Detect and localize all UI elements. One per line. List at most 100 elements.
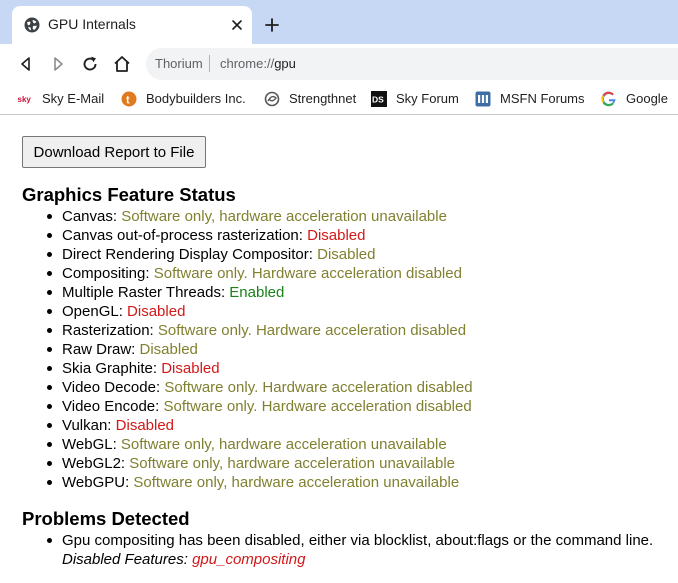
tab-strip: GPU Internals: [0, 0, 678, 44]
feature-status-item: Raw Draw: Disabled: [0, 340, 473, 359]
svg-text:t: t: [126, 95, 130, 107]
feature-status: Disabled: [317, 246, 376, 263]
bookmark-label: Google: [626, 91, 668, 106]
t-icon: t: [121, 91, 137, 107]
bullet: [47, 366, 52, 371]
bullet: [47, 480, 52, 485]
problem-description: Gpu compositing has been disabled, eithe…: [62, 532, 654, 549]
svg-text:DS: DS: [372, 95, 384, 105]
feature-name: Multiple Raster Threads:: [62, 284, 230, 301]
feature-status-list: Canvas: Software only, hardware accelera…: [0, 207, 473, 492]
bullet: [47, 423, 52, 428]
feature-status: Software only, hardware acceleration una…: [133, 474, 460, 491]
problems-heading: Problems Detected: [22, 508, 190, 529]
feature-name: OpenGL:: [62, 303, 128, 320]
ds-icon: DS: [371, 91, 387, 107]
feature-status: Disabled: [161, 360, 220, 377]
bullet: [47, 290, 52, 295]
feature-status-item: Compositing: Software only. Hardware acc…: [0, 264, 473, 283]
feature-status-item: Multiple Raster Threads: Enabled: [0, 283, 473, 302]
feature-status-item: Canvas: Software only, hardware accelera…: [0, 207, 473, 226]
bullet: [47, 309, 52, 314]
close-icon[interactable]: [230, 18, 244, 32]
feature-status-heading: Graphics Feature Status: [22, 184, 236, 205]
feature-status: Disabled: [115, 417, 175, 434]
bullet: [47, 347, 52, 352]
browser-window: GPU Internals Thorium chrome://gpu sky S…: [0, 0, 678, 583]
bullet: [47, 271, 52, 276]
sky-icon: sky: [17, 91, 33, 107]
feature-status: Disabled: [307, 227, 366, 244]
url-text[interactable]: chrome://gpu: [220, 56, 296, 71]
msfn-icon: [475, 91, 491, 107]
tab-title: GPU Internals: [48, 16, 136, 32]
feature-status: Software only, hardware acceleration una…: [129, 455, 456, 472]
feature-name: Direct Rendering Display Compositor:: [62, 246, 318, 263]
disabled-features-label: Disabled Features:: [62, 551, 193, 568]
feature-status: Software only. Hardware acceleration dis…: [153, 265, 462, 282]
bullet: [47, 461, 52, 466]
address-bar[interactable]: Thorium chrome://gpu: [146, 48, 678, 80]
disabled-features-value: gpu_compositing: [192, 551, 306, 568]
feature-status-item: Rasterization: Software only. Hardware a…: [0, 321, 473, 340]
globe-icon: [24, 17, 40, 33]
feature-status: Software only. Hardware acceleration dis…: [164, 379, 473, 396]
bullet: [47, 328, 52, 333]
bookmark-label: Strengthnet: [289, 91, 357, 106]
site-label: Thorium: [155, 56, 203, 71]
bookmark-label: Sky Forum: [396, 91, 459, 106]
address-separator: [209, 55, 210, 72]
feature-status: Software only. Hardware acceleration dis…: [163, 398, 472, 415]
feature-name: Vulkan:: [62, 417, 116, 434]
bookmark-label: Bodybuilders Inc.: [146, 91, 246, 106]
feature-name: WebGL:: [62, 436, 121, 453]
feature-status-item: WebGL: Software only, hardware accelerat…: [0, 435, 473, 454]
feature-name: WebGPU:: [62, 474, 134, 491]
disabled-features-line: Disabled Features: gpu_compositing: [62, 550, 653, 569]
feature-name: Canvas out-of-process rasterization:: [62, 227, 308, 244]
forward-arrow-icon[interactable]: [48, 54, 68, 74]
feature-name: Video Encode:: [62, 398, 164, 415]
feature-status-item: Canvas out-of-process rasterization: Dis…: [0, 226, 473, 245]
url-scheme: chrome://: [220, 56, 275, 71]
feature-name: Rasterization:: [62, 322, 158, 339]
bullet: [47, 214, 52, 219]
feature-status-item: Direct Rendering Display Compositor: Dis…: [0, 245, 473, 264]
reload-icon[interactable]: [80, 54, 100, 74]
feature-status: Software only. Hardware acceleration dis…: [157, 322, 467, 339]
feature-status: Software only, hardware acceleration una…: [120, 436, 447, 453]
bullet: [47, 538, 52, 543]
tab-gpu-internals[interactable]: GPU Internals: [12, 6, 252, 44]
feature-status: Enabled: [229, 284, 285, 301]
bullet: [47, 442, 52, 447]
feature-name: Skia Graphite:: [62, 360, 162, 377]
bookmark-label: MSFN Forums: [500, 91, 585, 106]
feature-status-item: Skia Graphite: Disabled: [0, 359, 473, 378]
bullet: [47, 233, 52, 238]
feature-name: Canvas:: [62, 208, 122, 225]
toolbar: Thorium chrome://gpu: [0, 44, 678, 84]
bookmark-label: Sky E-Mail: [42, 91, 105, 106]
feature-status-item: OpenGL: Disabled: [0, 302, 473, 321]
swirl-icon: [264, 91, 280, 107]
feature-status-item: Vulkan: Disabled: [0, 416, 473, 435]
feature-name: Compositing:: [62, 265, 154, 282]
home-icon[interactable]: [112, 54, 132, 74]
feature-status: Disabled: [127, 303, 186, 320]
bullet: [47, 252, 52, 257]
google-icon: [601, 91, 616, 107]
page-content: Download Report to File Graphics Feature…: [0, 115, 678, 583]
download-report-button[interactable]: Download Report to File: [22, 136, 206, 168]
back-arrow-icon[interactable]: [16, 54, 36, 74]
feature-status-item: Video Decode: Software only. Hardware ac…: [0, 378, 473, 397]
feature-status: Disabled: [139, 341, 198, 358]
feature-name: Video Decode:: [62, 379, 165, 396]
bullet: [47, 404, 52, 409]
problem-item: Gpu compositing has been disabled, eithe…: [0, 531, 653, 569]
problems-list: Gpu compositing has been disabled, eithe…: [0, 531, 653, 569]
bookmarks-bar: sky Sky E-Mail t Bodybuilders Inc. Stren…: [0, 84, 678, 115]
feature-status-item: WebGL2: Software only, hardware accelera…: [0, 454, 473, 473]
feature-status-item: WebGPU: Software only, hardware accelera…: [0, 473, 473, 492]
new-tab-plus-icon[interactable]: [264, 17, 280, 33]
url-host: gpu: [274, 56, 296, 71]
